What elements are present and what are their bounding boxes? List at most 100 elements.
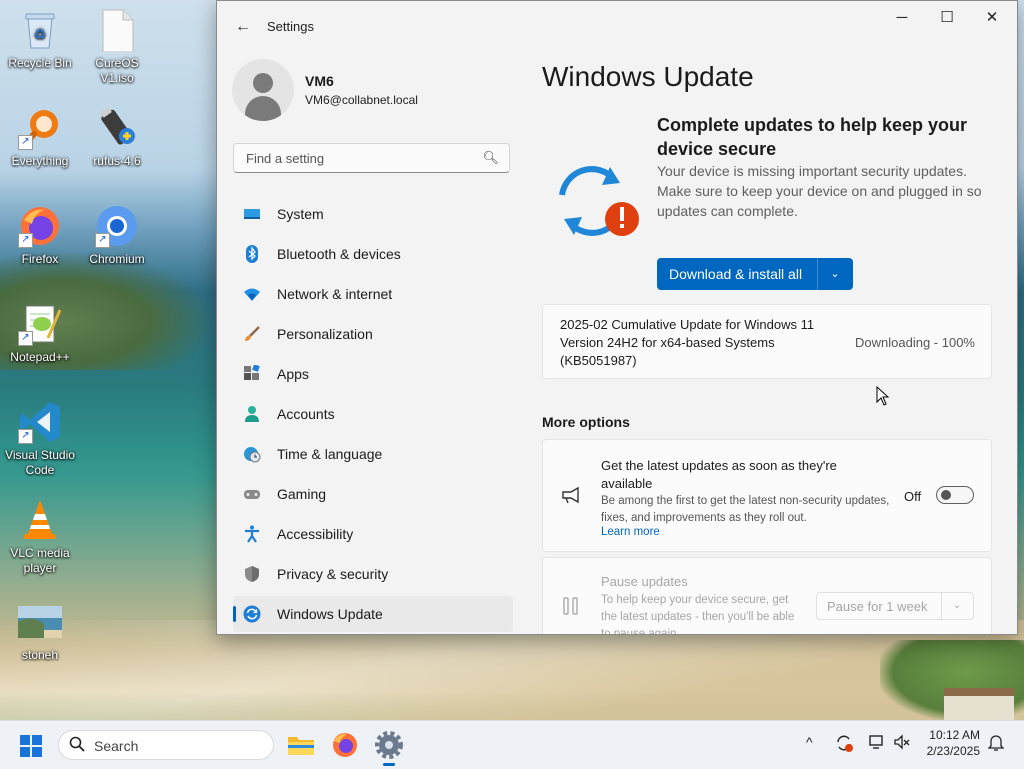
wallpaper-beach	[0, 620, 1024, 720]
taskbar-search-label: Search	[94, 738, 139, 754]
file-explorer-icon[interactable]	[284, 728, 318, 762]
shortcut-arrow-icon: ↗	[18, 233, 33, 248]
chevron-down-icon[interactable]: ⌄	[817, 258, 853, 290]
page-title: Windows Update	[542, 61, 754, 92]
desktop-icon-label: Recycle Bin	[8, 56, 72, 70]
close-button[interactable]: ✕	[970, 7, 1014, 29]
minimize-button[interactable]: ─	[880, 7, 924, 29]
latest-updates-option[interactable]: Get the latest updates as soon as they'r…	[542, 439, 992, 552]
update-pending-icon[interactable]	[834, 733, 854, 756]
sync-alert-icon	[559, 166, 639, 236]
chevron-up-icon[interactable]: ^	[806, 734, 813, 750]
title-bar[interactable]: ← Settings ─ ☐ ✕	[217, 1, 1017, 51]
update-name: 2025-02 Cumulative Update for Windows 11…	[560, 317, 815, 368]
sidebar-item-personalization[interactable]: Personalization	[233, 316, 513, 352]
sidebar-item-accounts[interactable]: Accounts	[233, 396, 513, 432]
pause-duration-select[interactable]: Pause for 1 week ⌄	[816, 592, 974, 620]
sidebar-item-apps[interactable]: Apps	[233, 356, 513, 392]
firefox-icon[interactable]	[328, 728, 362, 762]
sidebar-item-bluetooth-devices[interactable]: Bluetooth & devices	[233, 236, 513, 272]
sidebar-item-network-internet[interactable]: Network & internet	[233, 276, 513, 312]
desktop-icon-label: Visual Studio Code	[5, 448, 75, 477]
desktop-icon-everything[interactable]: ↗ Everything	[0, 106, 80, 169]
desktop-icon-notepad-plus-plus[interactable]: ↗ Notepad++	[0, 302, 80, 365]
apps-icon	[244, 365, 260, 380]
pause-updates-description: To help keep your device secure, get the…	[601, 594, 795, 635]
mouse-pointer-icon	[876, 385, 890, 411]
shortcut-arrow-icon: ↗	[18, 429, 33, 444]
pause-updates-title: Pause updates	[601, 574, 688, 589]
sidebar-item-label: Windows Update	[277, 606, 383, 622]
account-name: VM6	[305, 73, 334, 89]
settings-window: ← Settings ─ ☐ ✕ VM6 VM6@collabnet.local…	[216, 0, 1018, 635]
pause-duration-value: Pause for 1 week	[827, 599, 928, 614]
latest-updates-title: Get the latest updates as soon as they'r…	[601, 458, 837, 491]
wifi-icon	[244, 288, 260, 301]
toggle-knob	[941, 490, 951, 500]
download-install-all-button[interactable]: Download & install all ⌄	[657, 258, 853, 290]
volume-muted-icon[interactable]	[893, 733, 911, 754]
shield-icon	[245, 566, 259, 582]
desktop-icon-stoneh[interactable]: stoneh	[0, 600, 80, 663]
sidebar-item-gaming[interactable]: Gaming	[233, 476, 513, 512]
desktop-icon-rufus[interactable]: rufus-4.6	[77, 106, 157, 169]
sidebar-item-label: Bluetooth & devices	[277, 246, 401, 262]
desktop-icon-chromium[interactable]: ↗ Chromium	[77, 204, 157, 267]
clock[interactable]: 10:12 AM 2/23/2025	[918, 727, 980, 759]
window-title: Settings	[267, 19, 314, 34]
windows-start-icon[interactable]	[20, 735, 42, 757]
chromium-icon: ↗	[95, 204, 139, 248]
desktop-icon-label: rufus-4.6	[93, 154, 141, 168]
vscode-icon: ↗	[18, 400, 62, 444]
account-email: VM6@collabnet.local	[305, 93, 418, 107]
clock-time: 10:12 AM	[929, 728, 980, 742]
main-panel: Windows Update Complete updates to help …	[542, 51, 1017, 634]
desktop-icon-vscode[interactable]: ↗ Visual Studio Code	[0, 400, 80, 478]
chevron-down-icon: ⌄	[941, 593, 972, 619]
learn-more-link[interactable]: Learn more	[601, 526, 660, 538]
sidebar-item-label: System	[277, 206, 324, 222]
download-install-all-label: Download & install all	[669, 266, 803, 282]
search-box[interactable]: 🔍︎	[233, 143, 510, 173]
maximize-button[interactable]: ☐	[925, 7, 969, 29]
settings-gear-icon[interactable]	[372, 728, 406, 766]
sidebar-item-privacy-security[interactable]: Privacy & security	[233, 556, 513, 592]
image-thumbnail-icon	[18, 600, 62, 644]
update-icon	[243, 605, 261, 623]
desktop-icon-recycle-bin[interactable]: ♻ Recycle Bin	[0, 8, 80, 71]
desktop-icon-cureos-iso[interactable]: CureOS V1.iso	[77, 8, 157, 86]
magnifier-icon: ↗	[18, 106, 62, 150]
bluetooth-icon	[246, 245, 258, 263]
usb-drive-icon	[95, 106, 139, 150]
megaphone-icon	[561, 486, 581, 509]
recycle-bin-icon: ♻	[18, 8, 62, 52]
search-input[interactable]	[244, 150, 478, 167]
avatar[interactable]	[232, 59, 294, 121]
latest-updates-toggle[interactable]	[936, 486, 974, 504]
desktop-icon-firefox[interactable]: ↗ Firefox	[0, 204, 80, 267]
back-arrow-icon[interactable]: ←	[233, 17, 253, 37]
shortcut-arrow-icon: ↗	[18, 135, 33, 150]
gamepad-icon	[244, 490, 260, 499]
sidebar-item-windows-update[interactable]: Windows Update	[233, 596, 513, 632]
network-icon[interactable]	[868, 733, 886, 754]
pause-icon	[561, 596, 581, 621]
search-icon	[69, 736, 85, 756]
sidebar-item-label: Privacy & security	[277, 566, 389, 582]
globe-clock-icon	[244, 447, 261, 463]
sidebar-item-accessibility[interactable]: Accessibility	[233, 516, 513, 552]
desktop-icon-vlc[interactable]: VLC media player	[0, 498, 80, 576]
firefox-icon: ↗	[18, 204, 62, 248]
sidebar-item-system[interactable]: System	[233, 196, 513, 232]
sidebar-item-time-language[interactable]: Time & language	[233, 436, 513, 472]
taskbar-search[interactable]: Search	[58, 730, 274, 760]
file-icon	[95, 8, 139, 53]
notification-bell-icon[interactable]	[987, 734, 1005, 755]
sidebar-item-label: Time & language	[277, 446, 383, 462]
update-status: Downloading - 100%	[855, 335, 975, 350]
brush-icon	[245, 326, 260, 341]
person-icon	[245, 406, 259, 422]
sidebar-item-label: Accessibility	[277, 526, 354, 542]
desktop-icon-label: CureOS V1.iso	[95, 56, 139, 85]
search-icon[interactable]: 🔍︎	[482, 150, 499, 166]
